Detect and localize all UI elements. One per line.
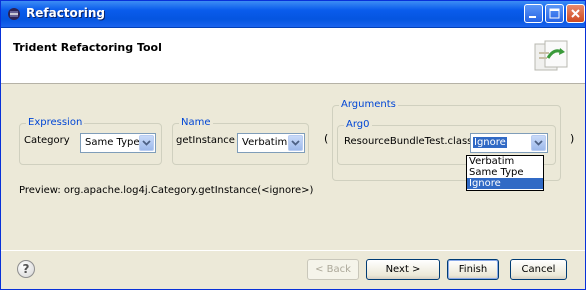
name-legend: Name — [179, 117, 213, 128]
next-button[interactable]: Next > — [366, 259, 440, 280]
expression-group: Expression Category Same Type — [19, 117, 162, 165]
back-button[interactable]: < Back — [307, 259, 359, 280]
refactor-wizard-icon — [534, 40, 568, 71]
open-paren: ( — [324, 132, 329, 145]
window-title: Refactoring — [26, 6, 105, 20]
name-combo[interactable]: Verbatim — [237, 133, 305, 153]
close-icon — [571, 9, 580, 18]
name-combo-value: Verbatim — [242, 137, 288, 148]
help-icon[interactable]: ? — [17, 260, 35, 278]
arguments-legend: Arguments — [339, 99, 398, 110]
arg0-legend: Arg0 — [344, 119, 372, 130]
name-group: Name getInstance Verbatim — [172, 117, 309, 165]
chevron-down-icon[interactable] — [531, 135, 546, 151]
dropdown-option-verbatim[interactable]: Verbatim — [467, 156, 543, 167]
eclipse-icon — [8, 8, 20, 20]
expression-combo[interactable]: Same Type — [80, 133, 156, 153]
page-title: Trident Refactoring Tool — [13, 41, 162, 54]
cancel-button[interactable]: Cancel — [510, 259, 567, 280]
chevron-down-icon[interactable] — [288, 135, 303, 151]
arg0-label: ResourceBundleTest.class — [344, 136, 473, 147]
refactoring-dialog: Refactoring Trident Refactoring Tool Exp… — [0, 0, 586, 290]
arg0-dropdown-list[interactable]: Verbatim Same Type Ignore — [466, 155, 544, 191]
maximize-button[interactable] — [545, 4, 564, 23]
arg0-combo-value: Ignore — [473, 137, 507, 148]
getinstance-label: getInstance — [176, 135, 235, 146]
wizard-header: Trident Refactoring Tool — [1, 28, 585, 84]
button-bar: ? < Back Next > Finish Cancel — [1, 250, 585, 289]
minimize-button[interactable] — [524, 4, 543, 23]
expression-combo-value: Same Type — [85, 137, 140, 148]
preview-text: Preview: org.apache.log4j.Category.getIn… — [19, 185, 314, 196]
minimize-icon — [529, 16, 536, 18]
maximize-icon — [549, 8, 560, 19]
arg0-combo[interactable]: Ignore — [470, 133, 548, 153]
title-bar[interactable]: Refactoring — [1, 1, 585, 28]
close-button[interactable] — [566, 4, 585, 23]
expression-legend: Expression — [26, 117, 85, 128]
content-area: Expression Category Same Type Name getIn… — [1, 84, 585, 252]
finish-button[interactable]: Finish — [447, 259, 499, 280]
chevron-down-icon[interactable] — [139, 135, 154, 151]
close-paren: ) — [570, 132, 575, 145]
dropdown-option-ignore[interactable]: Ignore — [467, 178, 543, 189]
category-label: Category — [24, 135, 70, 146]
dropdown-option-same-type[interactable]: Same Type — [467, 167, 543, 178]
